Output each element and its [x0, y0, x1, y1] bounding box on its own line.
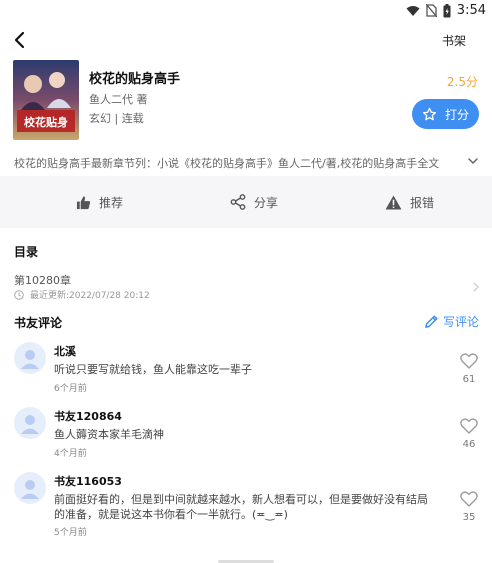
- last-updated-text: 最近更新:2022/07/28 20:12: [30, 291, 150, 301]
- comment-text: 鱼人薅资本家羊毛滴神: [54, 428, 164, 441]
- like-count: 46: [462, 439, 476, 450]
- status-time: 3:54: [456, 3, 486, 18]
- warning-icon: [385, 194, 402, 210]
- heart-icon: [460, 418, 478, 434]
- action-bar: 推荐 分享 报错: [0, 176, 492, 228]
- catalog-title: 目录: [14, 245, 39, 259]
- like-button[interactable]: 61: [457, 353, 481, 385]
- like-count: 61: [462, 374, 476, 385]
- commenter-name: 北溪: [54, 345, 76, 358]
- rate-button[interactable]: 打分: [412, 99, 479, 129]
- comment-item: 北溪 听说只要写就给钱，鱼人能靠这吃一辈子 6个月前 61: [0, 342, 492, 398]
- wifi-icon: [406, 5, 420, 16]
- no-sim-icon: [425, 4, 437, 17]
- status-icons: 3:54: [406, 3, 486, 18]
- latest-chapter[interactable]: 第10280章: [14, 272, 71, 288]
- comment-time: 4个月前: [54, 449, 87, 459]
- comment-item: 书友120864 鱼人薅资本家羊毛滴神 4个月前 46: [0, 407, 492, 463]
- share-label: 分享: [254, 195, 279, 210]
- share-button[interactable]: 分享: [230, 176, 278, 228]
- recommend-label: 推荐: [99, 195, 124, 210]
- svg-text:校花贴身: 校花贴身: [24, 115, 68, 129]
- write-review-button[interactable]: 写评论: [424, 313, 479, 330]
- like-button[interactable]: 46: [457, 418, 481, 450]
- comment-item: 书友116053 前面挺好看的，但是到中间就越来越水，新人想看可以，但是要做好没…: [0, 472, 492, 542]
- avatar[interactable]: [14, 342, 46, 374]
- comment-time: 5个月前: [54, 528, 87, 538]
- thumbs-up-icon: [76, 195, 91, 209]
- clock-icon: [14, 289, 24, 300]
- reviews-title: 书友评论: [14, 316, 63, 330]
- avatar[interactable]: [14, 472, 46, 504]
- comment-text: 前面挺好看的，但是到中间就越来越水，新人想看可以，但是要做好没有结局的准备，就是…: [54, 493, 428, 521]
- status-bar: 3:54: [0, 0, 492, 22]
- book-title: 校花的贴身高手: [89, 72, 181, 87]
- report-button[interactable]: 报错: [385, 176, 434, 228]
- last-updated: 最近更新:2022/07/28 20:12: [14, 288, 150, 301]
- book-score: 2.5分: [446, 75, 478, 89]
- star-icon: [422, 107, 437, 120]
- comment-time: 6个月前: [54, 384, 87, 394]
- heart-icon: [460, 491, 478, 507]
- book-author[interactable]: 鱼人二代 著: [89, 91, 148, 107]
- avatar[interactable]: [14, 407, 46, 439]
- commenter-name: 书友116053: [54, 475, 122, 488]
- expand-chevron-icon[interactable]: [466, 154, 480, 168]
- recommend-button[interactable]: 推荐: [76, 176, 123, 228]
- share-icon: [230, 194, 246, 210]
- like-count: 35: [462, 512, 476, 523]
- chevron-right-icon[interactable]: [471, 281, 481, 293]
- book-intro: 校花的贴身高手最新章节列：小说《校花的贴身高手》鱼人二代/著,校花的贴身高手全文: [14, 157, 440, 170]
- cover-image: 校花贴身: [13, 60, 79, 140]
- comment-text: 听说只要写就给钱，鱼人能靠这吃一辈子: [54, 363, 252, 376]
- write-review-label: 写评论: [442, 315, 479, 329]
- book-cover[interactable]: 校花贴身: [13, 60, 79, 140]
- rate-label: 打分: [444, 107, 469, 122]
- report-label: 报错: [410, 195, 435, 210]
- commenter-name: 书友120864: [54, 410, 122, 423]
- battery-icon: [443, 3, 451, 17]
- pencil-icon: [425, 315, 438, 328]
- heart-icon: [460, 353, 478, 369]
- bookshelf-button[interactable]: 书架: [442, 32, 466, 49]
- book-genre: 玄幻 | 连载: [89, 112, 144, 125]
- back-arrow-icon[interactable]: [10, 30, 30, 50]
- top-bar: 书架: [0, 22, 492, 58]
- like-button[interactable]: 35: [457, 491, 481, 523]
